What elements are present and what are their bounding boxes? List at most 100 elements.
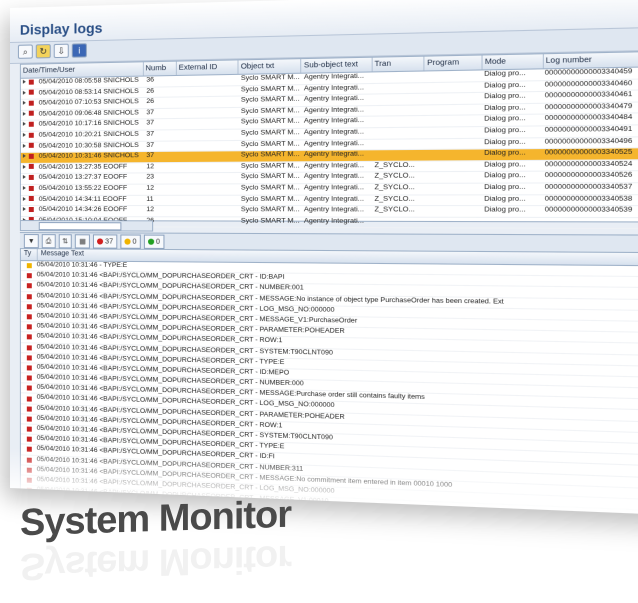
table-cell: Dialog pro... bbox=[484, 149, 526, 158]
expand-icon[interactable] bbox=[22, 90, 26, 95]
error-icon bbox=[21, 343, 37, 353]
search-icon[interactable]: ⌕ bbox=[17, 44, 33, 59]
table-cell bbox=[177, 141, 239, 151]
table-cell bbox=[177, 162, 239, 172]
table-cell bbox=[372, 150, 424, 160]
table-cell: Agentry Integrati... bbox=[303, 206, 364, 214]
error-icon bbox=[21, 292, 37, 301]
error-icon bbox=[28, 111, 34, 117]
table-cell: Z_SYCLO... bbox=[374, 206, 415, 214]
col-header[interactable]: Mode bbox=[482, 54, 544, 70]
table-cell: Agentry Integrati... bbox=[303, 172, 364, 181]
row-datetime-user: 05/04/2010 14:34:26 EOOFF bbox=[38, 206, 128, 214]
col-header[interactable]: Ty bbox=[20, 249, 38, 261]
error-icon bbox=[21, 435, 37, 445]
horizontal-scrollbar[interactable] bbox=[19, 220, 154, 232]
expand-icon[interactable] bbox=[22, 122, 26, 127]
error-icon bbox=[21, 281, 37, 290]
table-cell bbox=[177, 119, 239, 130]
col-header[interactable]: Numb bbox=[143, 61, 177, 76]
table-cell: 00000000000003340491 bbox=[544, 125, 633, 134]
row-datetime-user: 05/04/2010 07:10:53 SNICHOLS bbox=[38, 98, 139, 107]
table-cell bbox=[424, 138, 481, 149]
table-cell: Dialog pro... bbox=[484, 206, 526, 214]
table-cell: Syclo SMART M... bbox=[240, 184, 300, 192]
table-cell bbox=[482, 218, 543, 228]
table-cell: Syclo SMART M... bbox=[240, 162, 300, 170]
warning-count-badge[interactable]: 0 bbox=[120, 234, 141, 249]
expand-icon[interactable] bbox=[22, 111, 26, 116]
error-icon bbox=[28, 89, 34, 96]
table-cell: Dialog pro... bbox=[484, 103, 526, 112]
expand-icon[interactable] bbox=[22, 154, 26, 159]
message-text: 05/04/2010 10:31:46 - TYPE:E bbox=[36, 261, 128, 270]
table-cell: Agentry Integrati... bbox=[303, 83, 364, 93]
error-icon bbox=[21, 271, 37, 280]
table-cell bbox=[424, 195, 481, 205]
table-cell: Dialog pro... bbox=[484, 194, 526, 203]
table-cell: Syclo SMART M... bbox=[240, 173, 300, 181]
row-datetime-user: 05/04/2010 10:17:16 SNICHOLS bbox=[38, 119, 139, 129]
expand-icon[interactable] bbox=[22, 79, 26, 84]
table-cell: Agentry Integrati... bbox=[303, 195, 364, 203]
layout-button[interactable]: ▦ bbox=[75, 234, 90, 249]
table-cell: 05/04/2010 10:30:58 SNICHOLS bbox=[21, 141, 144, 152]
display-logs-window: Display logs ⌕ ↻ ⇩ i Date/Time/User Numb… bbox=[10, 0, 638, 516]
error-icon bbox=[28, 121, 34, 127]
success-count-badge[interactable]: 0 bbox=[143, 234, 165, 249]
col-header[interactable]: Log number bbox=[543, 51, 638, 69]
table-cell: 00000000000003340525 bbox=[544, 148, 633, 157]
table-cell: Syclo SMART M... bbox=[240, 84, 300, 94]
error-count-badge[interactable]: 37 bbox=[93, 234, 118, 249]
expand-icon[interactable] bbox=[22, 100, 26, 106]
table-row[interactable]: 05/04/2010 13:55:22 EOOFF 12 Syclo SMART M… bbox=[20, 183, 638, 196]
table-cell: 37 bbox=[146, 152, 155, 160]
col-header[interactable]: Tran bbox=[372, 56, 425, 72]
table-cell: Dialog pro... bbox=[484, 126, 526, 135]
col-header[interactable]: Sub-object text bbox=[301, 57, 373, 73]
warning-count: 0 bbox=[132, 238, 137, 246]
table-cell: 37 bbox=[146, 119, 155, 127]
info-icon[interactable]: i bbox=[71, 43, 87, 58]
table-cell: 26 bbox=[146, 98, 155, 106]
table-cell: Syclo SMART M... bbox=[240, 73, 300, 83]
error-icon bbox=[28, 143, 34, 149]
table-cell: Dialog pro... bbox=[484, 183, 526, 192]
table-cell: 05/04/2010 08:53:14 SNICHOLS bbox=[21, 87, 144, 99]
table-cell bbox=[424, 184, 481, 194]
table-cell bbox=[542, 218, 638, 229]
col-header[interactable]: Object txt bbox=[238, 59, 302, 74]
export-icon[interactable]: ⇩ bbox=[53, 43, 69, 59]
filter-button[interactable]: ▼ bbox=[23, 234, 39, 249]
error-icon bbox=[21, 353, 37, 363]
table-cell bbox=[424, 172, 481, 182]
scrollbar-thumb[interactable] bbox=[38, 222, 122, 231]
expand-icon[interactable] bbox=[22, 185, 26, 190]
table-cell: Agentry Integrati... bbox=[303, 139, 364, 148]
print-button[interactable]: ⎙ bbox=[41, 234, 56, 249]
table-cell: Z_SYCLO... bbox=[374, 195, 415, 203]
col-header[interactable]: External ID bbox=[176, 60, 239, 75]
col-header[interactable]: Program bbox=[424, 55, 483, 71]
row-datetime-user: 05/04/2010 13:27:37 EOOFF bbox=[38, 173, 128, 182]
table-cell bbox=[424, 217, 481, 227]
expand-icon[interactable] bbox=[22, 132, 26, 137]
expand-icon[interactable] bbox=[22, 164, 26, 169]
expand-icon[interactable] bbox=[22, 207, 26, 212]
expand-icon[interactable] bbox=[22, 143, 26, 148]
refresh-icon[interactable]: ↻ bbox=[35, 44, 51, 59]
expand-icon[interactable] bbox=[22, 196, 26, 201]
table-cell: 00000000000003340526 bbox=[544, 171, 633, 180]
table-cell: 37 bbox=[146, 130, 155, 138]
error-count: 37 bbox=[105, 237, 114, 246]
sort-button[interactable]: ⇅ bbox=[58, 234, 73, 249]
error-icon bbox=[21, 424, 37, 434]
table-cell: 05/04/2010 09:06:48 SNICHOLS bbox=[21, 109, 144, 120]
table-cell: 23 bbox=[146, 173, 155, 181]
col-header[interactable]: Date/Time/User bbox=[20, 62, 144, 78]
expand-icon[interactable] bbox=[22, 175, 26, 180]
error-icon bbox=[97, 238, 104, 245]
table-cell: Syclo SMART M... bbox=[240, 117, 300, 126]
error-icon bbox=[21, 373, 37, 383]
table-row[interactable]: 05/04/2010 14:34:11 EOOFF 11 Syclo SMART M… bbox=[20, 194, 638, 207]
